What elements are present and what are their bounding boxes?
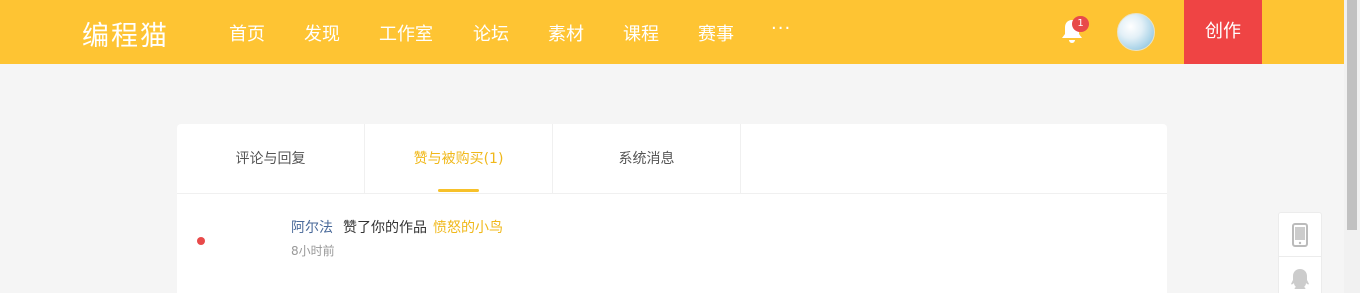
nav-courses[interactable]: 课程: [623, 20, 659, 46]
nav-forum[interactable]: 论坛: [473, 20, 509, 46]
message-tabs: 评论与回复 赞与被购买(1) 系统消息: [177, 124, 1167, 194]
nav-discover[interactable]: 发现: [304, 20, 340, 46]
nav-more-button[interactable]: ···: [771, 18, 791, 39]
tab-comments-replies[interactable]: 评论与回复: [177, 124, 365, 194]
scrollbar-thumb[interactable]: [1347, 0, 1357, 230]
user-avatar[interactable]: [1117, 13, 1155, 51]
message-user-link[interactable]: 阿尔法: [291, 220, 333, 236]
side-toolbar: [1278, 212, 1322, 293]
qq-contact-button[interactable]: [1279, 257, 1321, 293]
notification-count-badge: 1: [1072, 16, 1089, 32]
phone-icon: [1292, 223, 1308, 247]
nav-studio[interactable]: 工作室: [379, 20, 433, 46]
message-timestamp: 8小时前: [291, 244, 335, 258]
create-button[interactable]: 创作: [1184, 0, 1262, 64]
page-scrollbar[interactable]: [1344, 0, 1360, 293]
message-action-text: 赞了你的作品: [343, 220, 427, 236]
nav-contests[interactable]: 赛事: [698, 20, 734, 46]
site-logo[interactable]: 编程猫: [82, 14, 169, 53]
messages-panel: 评论与回复 赞与被购买(1) 系统消息: [177, 124, 1167, 293]
active-tab-indicator: [438, 189, 479, 192]
qq-icon: [1291, 269, 1309, 289]
top-navigation-bar: 编程猫 首页 发现 工作室 论坛 素材 课程 赛事 ··· 1 创作: [0, 0, 1344, 64]
mobile-app-button[interactable]: [1279, 213, 1321, 257]
tab-system-messages[interactable]: 系统消息: [553, 124, 741, 194]
nav-home[interactable]: 首页: [229, 20, 265, 46]
nav-materials[interactable]: 素材: [548, 20, 584, 46]
message-work-link[interactable]: 愤怒的小鸟: [433, 220, 503, 236]
tab-likes-purchases[interactable]: 赞与被购买(1): [365, 124, 553, 194]
unread-dot: [197, 237, 205, 245]
message-item: 阿尔法 赞了你的作品 愤怒的小鸟: [291, 217, 503, 237]
